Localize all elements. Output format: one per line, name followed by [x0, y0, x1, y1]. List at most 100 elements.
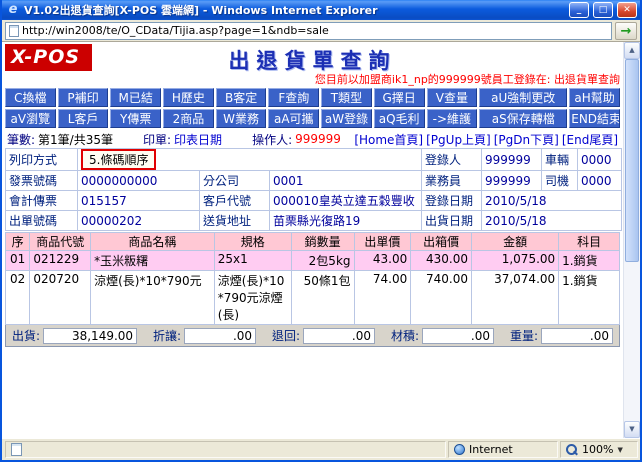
internet-zone-icon — [454, 444, 465, 455]
page-title: 出退貨單查詢 — [229, 45, 397, 75]
address-input[interactable]: http://win2008/te/O_CData/Tijia.asp?page… — [5, 22, 612, 40]
registrant-label: 登錄人 — [422, 149, 482, 171]
reg-date-value: 2010/5/18 — [482, 191, 622, 211]
print-value[interactable]: 印表日期 — [174, 131, 222, 148]
item-amount: 1,075.00 — [472, 251, 559, 271]
toolbar-button-save-export[interactable]: aS保存轉檔 — [479, 109, 567, 128]
print-mode-cell: 5.條碼順序 — [78, 149, 422, 171]
item-qty: 50條1包 — [291, 271, 354, 325]
invoice-no-label: 發票號碼 — [6, 171, 78, 191]
toolbar-button-end[interactable]: END結束 — [569, 109, 620, 128]
status-zoom-segment[interactable]: 100% ▼ — [560, 441, 638, 458]
toolbar-button-gross-profit[interactable]: aQ毛利 — [374, 109, 425, 128]
close-button[interactable]: ✕ — [617, 2, 637, 18]
window-title: V1.02出退貨查詢[X-POS 雲端網] - Windows Internet… — [24, 2, 565, 18]
col-spec: 規格 — [214, 233, 291, 251]
scrollbar-track[interactable] — [624, 59, 640, 421]
toolbar-button-sales[interactable]: W業務 — [216, 109, 267, 128]
item-name: 涼煙(長)*10*790元 — [91, 271, 215, 325]
order-no-label: 出單號碼 — [6, 211, 78, 231]
col-qty: 銷數量 — [291, 233, 354, 251]
nav-end-link[interactable]: [End尾頁] — [562, 131, 618, 148]
nav-pgup-link[interactable]: [PgUp上頁] — [426, 131, 491, 148]
zoom-magnifier-icon — [566, 444, 578, 456]
item-unit-price: 74.00 — [354, 271, 411, 325]
item-box-price: 740.00 — [411, 271, 472, 325]
weight-total-value: .00 — [541, 328, 613, 344]
ie-logo-icon: e — [6, 3, 20, 17]
ship-total-value: 38,149.00 — [43, 328, 137, 344]
print-label: 印單: — [143, 131, 171, 148]
print-mode-value[interactable]: 5.條碼順序 — [81, 149, 156, 170]
toolbar-button-voucher[interactable]: Y傳票 — [110, 109, 161, 128]
status-page-segment — [5, 441, 446, 458]
toolbar-button-closed[interactable]: M已結 — [110, 88, 161, 107]
toolbar-button-browse[interactable]: aV瀏覽 — [5, 109, 56, 128]
maximize-button[interactable]: □ — [593, 2, 613, 18]
invoice-no-value: 0000000000 — [78, 171, 200, 191]
customer-code-label: 客戶代號 — [200, 191, 270, 211]
zoom-level: 100% — [582, 443, 613, 456]
item-qty: 2包5kg — [291, 251, 354, 271]
page-nav-links: [Home首頁] [PgUp上頁] [PgDn下頁] [End尾頁] — [354, 131, 618, 148]
toolbar-button-customer[interactable]: L客戶 — [58, 109, 109, 128]
toolbar-button-product[interactable]: 2商品 — [163, 109, 214, 128]
table-row[interactable]: 01 021229 *玉米粄糬 25x1 2包5kg 43.00 430.00 … — [6, 251, 620, 271]
minimize-button[interactable]: _ — [569, 2, 589, 18]
page-favicon-icon — [9, 25, 19, 37]
toolbar-button-maintain[interactable]: ->維護 — [427, 109, 478, 128]
vertical-scrollbar[interactable]: ▲ ▼ — [623, 42, 640, 438]
nav-home-link[interactable]: [Home首頁] — [354, 131, 423, 148]
delivery-address-label: 送貨地址 — [200, 211, 270, 231]
item-seq: 01 — [6, 251, 30, 271]
toolbar-button-help[interactable]: aH幫助 — [569, 88, 620, 107]
customer-code-value: 000010皇英立達五穀豐收 — [270, 191, 422, 211]
discount-total-label: 折讓: — [153, 327, 181, 344]
toolbar-button-history[interactable]: H歷史 — [163, 88, 214, 107]
volume-total-label: 材積: — [391, 327, 419, 344]
toolbar-button-customer-order[interactable]: B客定 — [216, 88, 267, 107]
weight-total-label: 重量: — [510, 327, 538, 344]
nav-pgdn-link[interactable]: [PgDn下頁] — [494, 131, 559, 148]
col-amount: 金額 — [472, 233, 559, 251]
print-mode-label: 列印方式 — [6, 149, 78, 171]
toolbar-row-1: C換檔 P補印 M已結 H歷史 B客定 F查詢 T類型 G擇日 V查量 aU強制… — [5, 88, 620, 107]
toolbar-button-login[interactable]: aW登錄 — [321, 109, 372, 128]
address-bar: http://win2008/te/O_CData/Tijia.asp?page… — [2, 20, 640, 42]
toolbar-button-pick-date[interactable]: G擇日 — [374, 88, 425, 107]
scroll-up-icon[interactable]: ▲ — [624, 42, 640, 59]
toolbar-button-query[interactable]: F查詢 — [268, 88, 319, 107]
scroll-down-icon[interactable]: ▼ — [624, 421, 640, 438]
reg-date-label: 登錄日期 — [422, 191, 482, 211]
document-icon — [11, 443, 22, 456]
scrollbar-thumb[interactable] — [625, 59, 639, 262]
return-total-label: 退回: — [272, 327, 300, 344]
delivery-address-value: 苗栗縣光復路19 — [270, 211, 422, 231]
info-bar: 筆數: 第1筆/共35筆 印單: 印表日期 操作人: 999999 [Home首… — [5, 130, 620, 148]
toolbar-button-type[interactable]: T類型 — [321, 88, 372, 107]
col-box-price: 出箱價 — [411, 233, 472, 251]
order-no-value: 00000202 — [78, 211, 200, 231]
item-name: *玉米粄糬 — [91, 251, 215, 271]
browser-window: e V1.02出退貨查詢[X-POS 雲端網] - Windows Intern… — [0, 0, 642, 462]
item-spec: 25x1 — [214, 251, 291, 271]
zoom-dropdown-icon[interactable]: ▼ — [617, 446, 622, 454]
table-row[interactable]: 02 020720 涼煙(長)*10*790元 涼煙(長)*10*790元涼煙(… — [6, 271, 620, 325]
toolbar-button-portable[interactable]: aA可攜 — [268, 109, 319, 128]
item-account: 1.銷貨 — [559, 251, 620, 271]
toolbar-button-check-quantity[interactable]: V查量 — [427, 88, 478, 107]
page-content: X-POS 出退貨單查詢 您目前以加盟商ik1_np的999999號員工登錄在:… — [2, 42, 623, 438]
item-seq: 02 — [6, 271, 30, 325]
item-code: 021229 — [30, 251, 91, 271]
vehicle-value: 0000 — [578, 149, 622, 171]
branch-label: 分公司 — [200, 171, 270, 191]
discount-total-value: .00 — [184, 328, 256, 344]
item-spec: 涼煙(長)*10*790元涼煙(長) — [214, 271, 291, 325]
toolbar-row-2: aV瀏覽 L客戶 Y傳票 2商品 W業務 aA可攜 aW登錄 aQ毛利 ->維護… — [5, 109, 620, 128]
address-url: http://win2008/te/O_CData/Tijia.asp?page… — [22, 24, 329, 37]
go-button[interactable]: → — [615, 22, 637, 40]
item-amount: 37,074.00 — [472, 271, 559, 325]
toolbar-button-switch-file[interactable]: C換檔 — [5, 88, 56, 107]
toolbar-button-reprint[interactable]: P補印 — [58, 88, 109, 107]
toolbar-button-force-change[interactable]: aU強制更改 — [479, 88, 567, 107]
